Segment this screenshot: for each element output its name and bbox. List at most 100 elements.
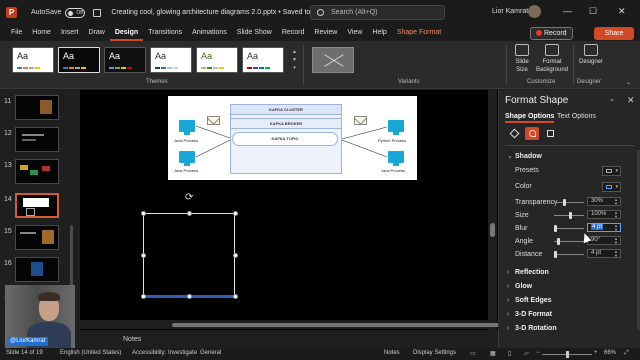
theme-thumbnail[interactable]: Aa — [242, 47, 284, 73]
zoom-level[interactable]: 66% — [604, 350, 616, 356]
vertical-scrollbar[interactable] — [488, 90, 497, 330]
slide-sorter-icon[interactable]: ▦ — [490, 350, 496, 357]
tab-draw[interactable]: Draw — [83, 25, 109, 41]
color-dropdown[interactable]: ▾ — [602, 182, 621, 192]
tab-shape-options[interactable]: Shape Options — [505, 113, 555, 123]
soft-edges-section-header[interactable]: › Soft Edges — [507, 297, 552, 304]
close-pane-icon[interactable]: ✕ — [627, 95, 635, 106]
slide-thumbnail[interactable] — [15, 95, 59, 120]
tab-record[interactable]: Record — [277, 25, 310, 41]
resize-handle[interactable] — [187, 211, 192, 216]
slider-knob[interactable] — [563, 199, 566, 206]
notes-pane[interactable]: Notes — [75, 332, 498, 348]
save-icon[interactable] — [93, 8, 102, 17]
shadow-section-header[interactable]: ⌄ Shadow — [507, 152, 542, 160]
slide-size-button[interactable]: Slide Size — [510, 44, 534, 74]
collapse-ribbon-icon[interactable]: ⌄ — [626, 79, 631, 86]
share-button[interactable]: Share — [594, 27, 634, 40]
tab-review[interactable]: Review — [309, 25, 342, 41]
zoom-in-icon[interactable]: + — [594, 350, 598, 356]
resize-handle[interactable] — [187, 294, 192, 299]
selected-rectangle-shape[interactable] — [143, 213, 235, 298]
3d-format-section-header[interactable]: › 3-D Format — [507, 311, 552, 318]
presets-dropdown[interactable]: ▾ — [602, 166, 621, 176]
minimize-icon[interactable]: — — [563, 6, 572, 16]
search-input[interactable]: Search (Alt+Q) — [310, 5, 445, 20]
resize-handle[interactable] — [141, 253, 146, 258]
resize-handle[interactable] — [141, 211, 146, 216]
variant-thumbnail[interactable] — [312, 47, 354, 73]
accessibility-status[interactable]: Accessibility: Investigate — [132, 350, 197, 356]
tab-file[interactable]: File — [6, 25, 27, 41]
slide-thumbnail[interactable] — [15, 127, 59, 152]
transparency-slider[interactable] — [554, 199, 584, 206]
reading-view-icon[interactable]: ▯ — [508, 350, 511, 357]
tab-slide-show[interactable]: Slide Show — [232, 25, 277, 41]
angle-slider[interactable] — [554, 238, 584, 245]
zoom-slider-knob[interactable] — [566, 351, 569, 358]
tab-transitions[interactable]: Transitions — [143, 25, 187, 41]
glow-section-header[interactable]: › Glow — [507, 283, 532, 290]
spin-arrows-icon[interactable]: ▲ ▼ — [614, 211, 618, 219]
avatar[interactable] — [528, 5, 541, 18]
kafka-architecture-diagram[interactable]: KAFKA CLUSTER KAFKA BROKER KAFKA TOPIC J… — [168, 96, 417, 180]
angle-input[interactable]: 90° ▲ ▼ — [587, 236, 621, 245]
spin-arrows-icon[interactable]: ▲ ▼ — [614, 250, 618, 258]
normal-view-icon[interactable]: ▭ — [470, 350, 476, 357]
transparency-input[interactable]: 30% ▲ ▼ — [587, 197, 621, 206]
theme-thumbnail[interactable]: Aa — [58, 47, 100, 73]
rotate-handle-icon[interactable]: ⟳ — [185, 192, 193, 203]
zoom-out-icon[interactable]: − — [536, 350, 540, 356]
distance-input[interactable]: 4 pt ▲ ▼ — [587, 249, 621, 258]
autosave-toggle[interactable]: Off — [65, 7, 86, 18]
size-slider[interactable] — [554, 212, 584, 219]
format-background-button[interactable]: Format Background — [535, 44, 569, 74]
fill-line-icon[interactable] — [507, 127, 521, 140]
slide-thumbnail[interactable] — [15, 159, 59, 184]
scroll-down-icon[interactable]: ▼ — [291, 56, 298, 64]
language-status[interactable]: English (United States) — [60, 350, 121, 356]
spin-arrows-icon[interactable]: ▲ ▼ — [614, 237, 618, 245]
slide-thumbnail[interactable] — [15, 225, 59, 250]
resize-handle[interactable] — [141, 294, 146, 299]
tab-shape-format[interactable]: Shape Format — [392, 25, 446, 41]
size-input[interactable]: 100% ▲ ▼ — [587, 210, 621, 219]
slider-knob[interactable] — [569, 212, 572, 219]
record-button[interactable]: Record — [530, 27, 573, 40]
tab-insert[interactable]: Insert — [56, 25, 84, 41]
scrollbar-thumb[interactable] — [172, 323, 508, 327]
tab-help[interactable]: Help — [367, 25, 391, 41]
maximize-icon[interactable]: ☐ — [589, 6, 597, 17]
themes-gallery-scroll[interactable]: ▲ ▼ ▾ — [291, 48, 298, 72]
spin-arrows-icon[interactable]: ▲ ▼ — [614, 198, 618, 206]
theme-thumbnail[interactable]: Aa — [150, 47, 192, 73]
effects-icon[interactable] — [525, 127, 539, 140]
horizontal-scrollbar[interactable] — [80, 320, 508, 329]
sensitivity-status[interactable]: General — [200, 350, 221, 356]
resize-handle[interactable] — [233, 211, 238, 216]
notes-toggle[interactable]: Notes — [384, 350, 400, 356]
tab-home[interactable]: Home — [27, 25, 56, 41]
slideshow-icon[interactable]: ▱ — [524, 350, 529, 357]
scrollbar-thumb[interactable] — [490, 223, 495, 237]
designer-button[interactable]: Designer — [576, 44, 606, 66]
tab-view[interactable]: View — [342, 25, 367, 41]
slider-knob[interactable] — [554, 251, 557, 258]
theme-thumbnail[interactable]: Aa — [104, 47, 146, 73]
tab-design[interactable]: Design — [109, 25, 144, 41]
size-properties-icon[interactable] — [543, 127, 557, 140]
slider-knob[interactable] — [554, 225, 557, 232]
blur-input[interactable]: 4 pt ▲ ▼ — [587, 223, 621, 232]
tab-text-options[interactable]: Text Options — [557, 113, 596, 120]
slide-thumbnail-selected[interactable] — [15, 193, 59, 218]
reflection-section-header[interactable]: › Reflection — [507, 269, 549, 276]
3d-rotation-section-header[interactable]: › 3-D Rotation — [507, 325, 557, 332]
theme-thumbnail[interactable]: Aa — [196, 47, 238, 73]
slider-knob[interactable] — [557, 238, 560, 245]
tab-animations[interactable]: Animations — [187, 25, 232, 41]
spin-arrows-icon[interactable]: ▲ ▼ — [614, 224, 618, 232]
blur-slider[interactable] — [554, 225, 584, 232]
close-icon[interactable]: ✕ — [618, 6, 626, 17]
scroll-up-icon[interactable]: ▲ — [291, 48, 298, 56]
theme-thumbnail[interactable]: Aa — [12, 47, 54, 73]
